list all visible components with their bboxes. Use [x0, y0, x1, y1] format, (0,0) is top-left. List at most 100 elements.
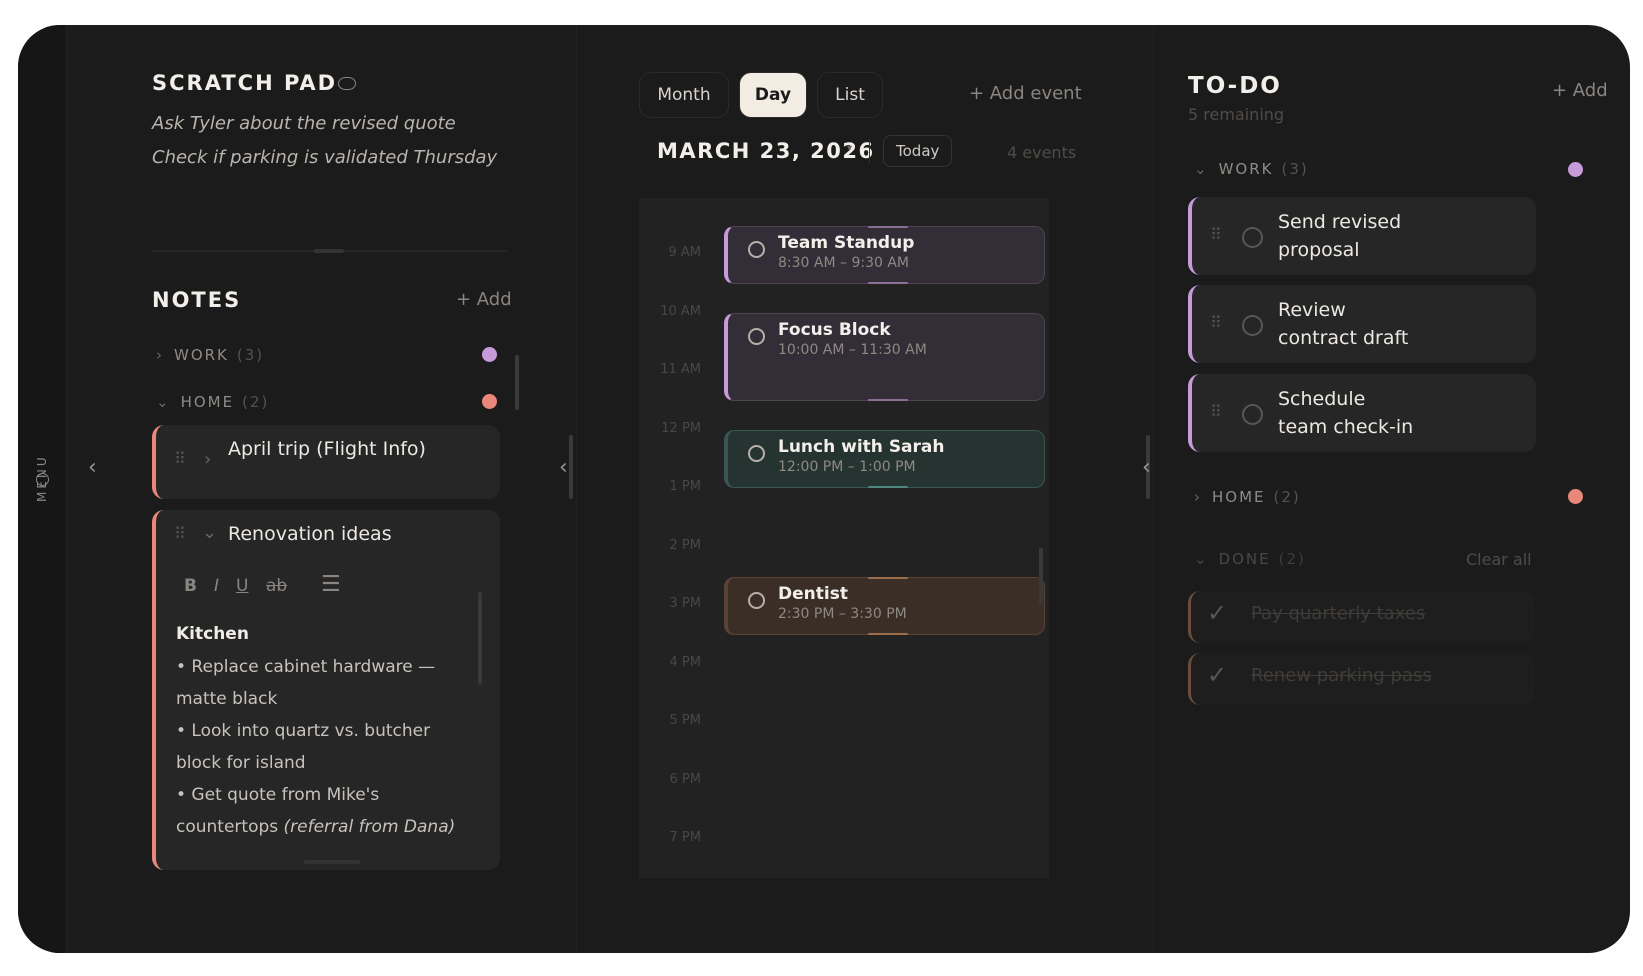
clear-all-button[interactable]: Clear all: [1466, 550, 1532, 569]
note-body[interactable]: • Replace cabinet hardware — matte black…: [176, 651, 476, 843]
scrollbar[interactable]: [515, 355, 519, 410]
todo-text[interactable]: Review contract draft: [1278, 296, 1408, 352]
collapse-todo-chevron-icon[interactable]: ‹: [1142, 455, 1151, 480]
event-time: 10:00 AM – 11:30 AM: [778, 342, 927, 358]
chevron-right-icon: ›: [1194, 488, 1202, 506]
home-color-dot: [482, 394, 497, 409]
event-title: Dentist: [778, 584, 848, 604]
todo-item[interactable]: ⠿ Review contract draft: [1188, 285, 1536, 363]
strikethrough-button[interactable]: ab: [266, 576, 287, 596]
todo-group-home[interactable]: › HOME (2): [1194, 488, 1301, 506]
italic-button[interactable]: I: [214, 576, 219, 596]
app-window: MENU ‹ SCRATCH PAD Ask Tyler about the r…: [18, 25, 1630, 953]
resize-handle-bottom[interactable]: [868, 282, 908, 284]
list-icon[interactable]: ☰: [321, 572, 341, 597]
scrollbar[interactable]: [478, 592, 482, 684]
event-card[interactable]: Focus Block 10:00 AM – 11:30 AM: [724, 313, 1045, 401]
hour-label: 11 AM: [660, 362, 701, 377]
note-card-expanded[interactable]: ⠿ ⌄ Renovation ideas B I U ab ☰ Kitchen …: [152, 510, 500, 870]
panel-resize-handle[interactable]: [569, 435, 573, 499]
todo-checkbox[interactable]: [1242, 404, 1263, 425]
tab-day[interactable]: Day: [739, 72, 807, 118]
day-grid[interactable]: 9 AM 10 AM 11 AM 12 PM 1 PM 2 PM 3 PM 4 …: [639, 198, 1049, 878]
work-color-dot: [482, 347, 497, 362]
collapse-left-chevron-icon[interactable]: ‹: [88, 455, 97, 480]
checkmark-icon[interactable]: ✓: [1207, 661, 1227, 689]
hour-label: 7 PM: [669, 830, 701, 845]
event-complete-toggle[interactable]: [748, 445, 765, 462]
todo-text[interactable]: Schedule team check-in: [1278, 385, 1413, 441]
chevron-down-icon: ⌄: [156, 393, 171, 411]
hour-label: 4 PM: [669, 655, 701, 670]
event-complete-toggle[interactable]: [748, 328, 765, 345]
todo-checkbox[interactable]: [1242, 315, 1263, 336]
menu-rail[interactable]: MENU: [18, 25, 67, 953]
todo-item[interactable]: ⠿ Schedule team check-in: [1188, 374, 1536, 452]
notes-group-work[interactable]: › WORK (3): [156, 346, 264, 364]
todo-checkbox[interactable]: [1242, 227, 1263, 248]
scratch-line[interactable]: Ask Tyler about the revised quote: [152, 113, 456, 134]
event-complete-toggle[interactable]: [748, 592, 765, 609]
checkmark-icon[interactable]: ✓: [1207, 599, 1227, 627]
event-card[interactable]: Lunch with Sarah 12:00 PM – 1:00 PM: [724, 430, 1045, 488]
collapse-calendar-chevron-icon[interactable]: ‹: [559, 455, 568, 480]
chevron-down-icon: ⌄: [1194, 550, 1209, 568]
left-panel: ‹ SCRATCH PAD Ask Tyler about the revise…: [66, 25, 577, 953]
todo-group-done[interactable]: ⌄ DONE (2): [1194, 550, 1306, 568]
done-item[interactable]: ✓ Renew parking pass: [1188, 653, 1535, 705]
drag-handle-icon[interactable]: ⠿: [1210, 402, 1222, 421]
todo-text[interactable]: Send revised proposal: [1278, 208, 1401, 264]
drag-handle-icon[interactable]: ⠿: [1210, 225, 1222, 244]
event-card[interactable]: Dentist 2:30 PM – 3:30 PM: [724, 577, 1045, 635]
caret-down-icon[interactable]: ▾: [847, 143, 852, 154]
event-card[interactable]: Team Standup 8:30 AM – 9:30 AM: [724, 226, 1045, 284]
resize-handle-top[interactable]: [868, 577, 908, 579]
resize-handle-bottom[interactable]: [868, 399, 908, 401]
note-heading[interactable]: Kitchen: [176, 624, 249, 644]
resize-handle-bottom[interactable]: [868, 633, 908, 635]
scratch-line[interactable]: Check if parking is validated Thursday: [152, 147, 497, 168]
todo-item[interactable]: ⠿ Send revised proposal: [1188, 197, 1536, 275]
notes-group-home[interactable]: ⌄ HOME (2): [156, 393, 269, 411]
chevron-right-icon: ›: [156, 346, 164, 364]
note-title[interactable]: Renovation ideas: [228, 523, 392, 545]
event-complete-toggle[interactable]: [748, 241, 765, 258]
drag-handle-icon[interactable]: ⠿: [1210, 313, 1222, 332]
date-picker[interactable]: MARCH 23, 2026: [657, 139, 875, 163]
tab-month[interactable]: Month: [639, 72, 729, 118]
bold-button[interactable]: B: [184, 576, 197, 596]
notes-title: NOTES: [152, 288, 242, 312]
event-title: Focus Block: [778, 320, 891, 340]
drag-handle-icon[interactable]: ⠿: [174, 524, 186, 543]
chevron-down-icon[interactable]: ⌄: [202, 522, 217, 543]
menu-label[interactable]: MENU: [35, 454, 49, 502]
resize-handle[interactable]: [304, 860, 360, 864]
event-title: Lunch with Sarah: [778, 437, 945, 457]
scrollbar[interactable]: [1039, 548, 1043, 604]
chevron-right-icon[interactable]: ›: [204, 449, 211, 470]
add-event-button[interactable]: + Add event: [969, 83, 1082, 104]
hour-label: 9 AM: [668, 245, 701, 260]
hour-label: 5 PM: [669, 713, 701, 728]
today-button[interactable]: Today: [883, 135, 953, 167]
resize-handle-top[interactable]: [868, 226, 908, 228]
remaining-count: 5 remaining: [1188, 105, 1285, 124]
add-note-button[interactable]: + Add: [456, 289, 512, 310]
hour-label: 6 PM: [669, 772, 701, 787]
hour-label: 3 PM: [669, 596, 701, 611]
eye-icon[interactable]: [338, 77, 356, 90]
add-todo-button[interactable]: + Add: [1552, 80, 1608, 101]
event-time: 12:00 PM – 1:00 PM: [778, 459, 916, 475]
tab-list[interactable]: List: [817, 72, 883, 118]
resize-handle[interactable]: [314, 249, 344, 253]
note-card[interactable]: ⠿ › April trip (Flight Info): [152, 425, 500, 499]
done-item[interactable]: ✓ Pay quarterly taxes: [1188, 591, 1535, 643]
drag-handle-icon[interactable]: ⠿: [174, 449, 186, 468]
events-count: 4 events: [1007, 143, 1077, 162]
underline-button[interactable]: U: [236, 576, 248, 596]
note-title[interactable]: April trip (Flight Info): [228, 437, 428, 462]
todo-group-work[interactable]: ⌄ WORK (3): [1194, 160, 1309, 178]
resize-handle-bottom[interactable]: [868, 486, 908, 488]
work-color-dot: [1568, 162, 1583, 177]
hour-label: 2 PM: [669, 538, 701, 553]
